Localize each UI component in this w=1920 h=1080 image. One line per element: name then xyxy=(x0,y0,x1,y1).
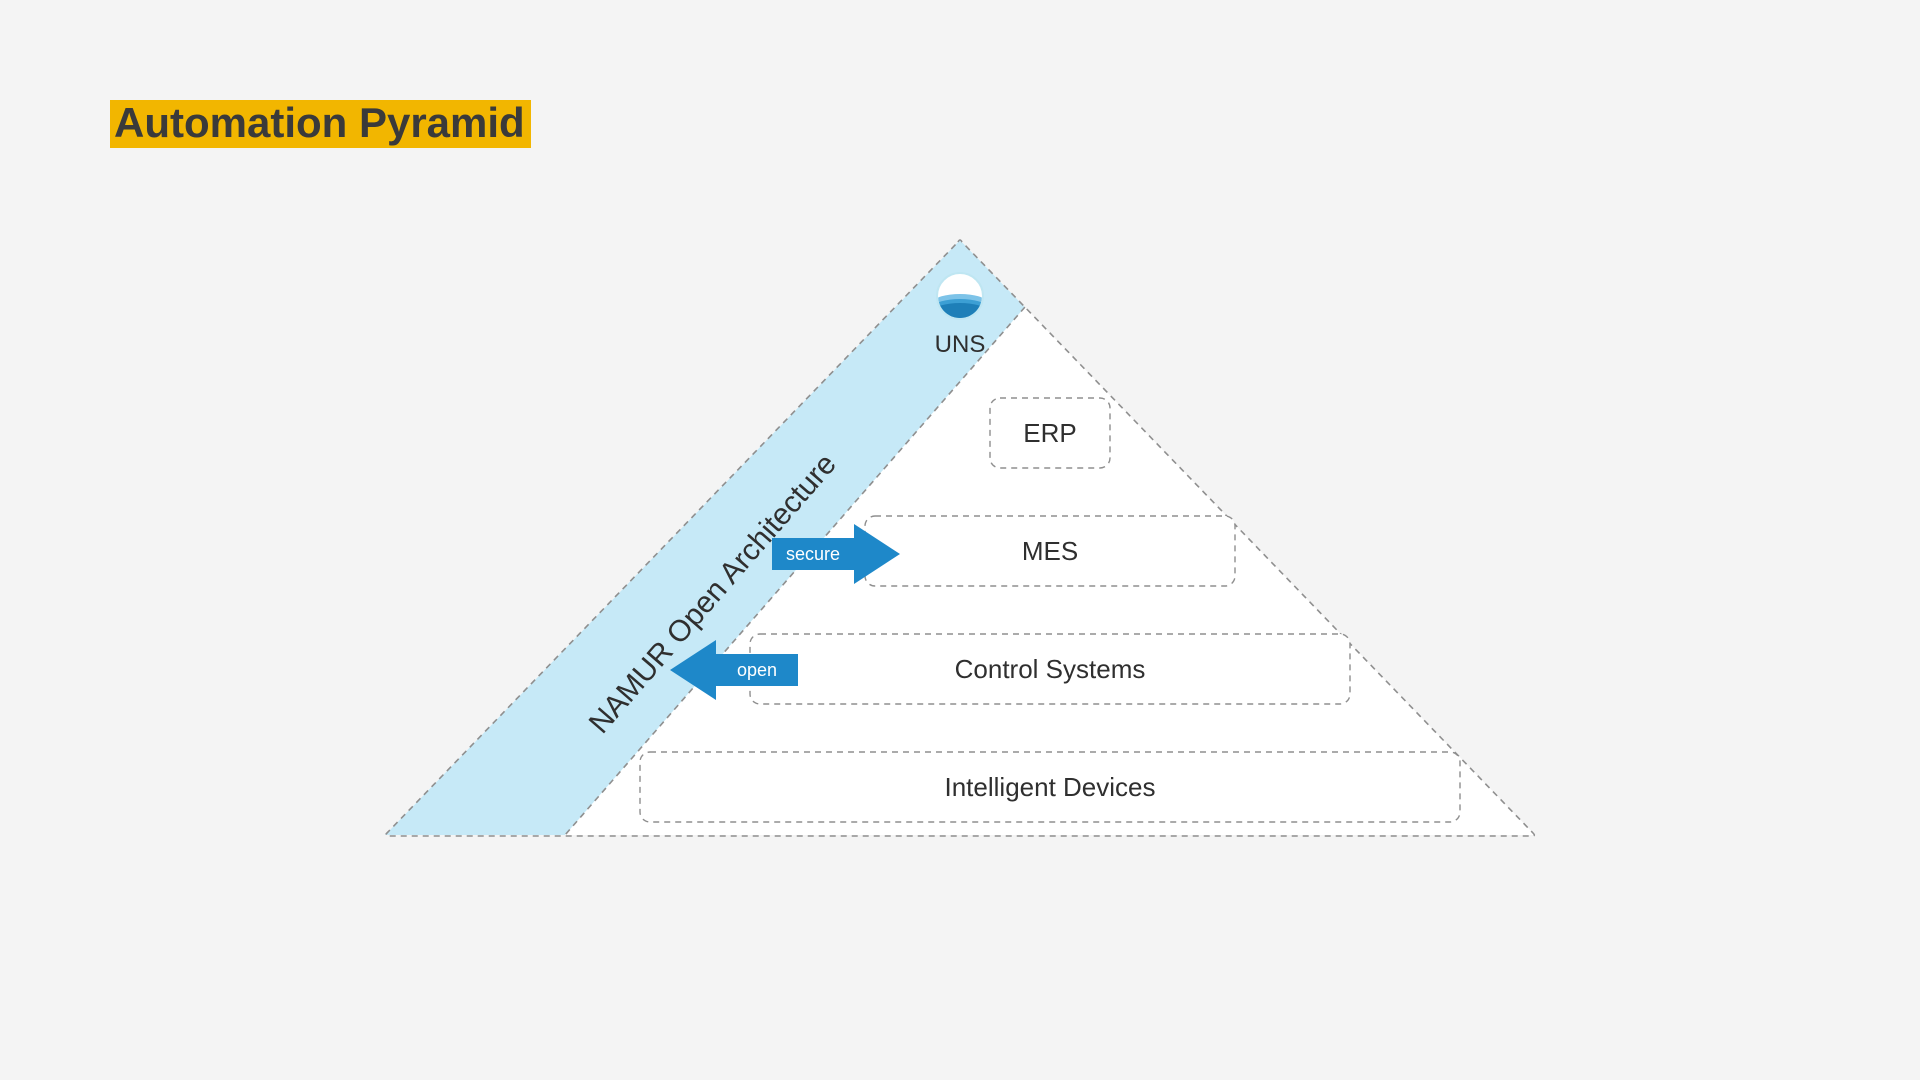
apex-label: UNS xyxy=(935,331,986,358)
level-erp-label: ERP xyxy=(1023,418,1076,448)
level-devices-label: Intelligent Devices xyxy=(945,772,1156,802)
pyramid-svg: ERP MES Control Systems Intelligent Devi… xyxy=(0,0,1920,1080)
uns-icon xyxy=(936,272,984,320)
arrow-secure-label: secure xyxy=(786,544,840,564)
arrow-open-label: open xyxy=(737,660,777,680)
diagram-stage: Automation Pyramid ERP MES xyxy=(0,0,1920,1080)
level-mes-label: MES xyxy=(1022,536,1078,566)
level-control-label: Control Systems xyxy=(955,654,1146,684)
